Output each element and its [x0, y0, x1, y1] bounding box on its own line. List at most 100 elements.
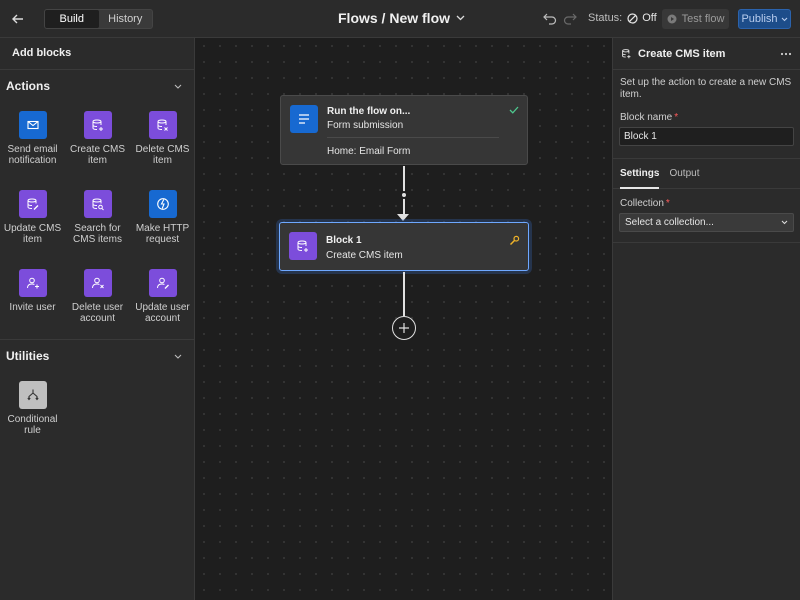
block-update-user[interactable]: Update user account	[130, 260, 195, 339]
status-value[interactable]: Off	[627, 12, 657, 24]
block-name-label-text: Block name	[620, 112, 673, 123]
block-conditional-rule[interactable]: Conditional rule	[0, 372, 65, 451]
section-utilities-header[interactable]: Utilities	[0, 340, 194, 372]
block-search-cms-items[interactable]: Search for CMS items	[65, 181, 130, 260]
divider	[613, 242, 800, 243]
block-send-email[interactable]: Send email notification	[0, 102, 65, 181]
section-actions-header[interactable]: Actions	[0, 70, 194, 102]
chevron-down-icon	[781, 17, 787, 21]
block-label: Delete user account	[71, 302, 124, 324]
database-search-icon	[83, 190, 112, 218]
block-update-cms-item[interactable]: Update CMS item	[0, 181, 65, 260]
block-node-1[interactable]: Block 1 Create CMS item	[279, 222, 529, 271]
flow-title-text: Flows / New flow	[338, 10, 451, 26]
chevron-down-icon	[174, 84, 182, 89]
publish-label: Publish	[741, 13, 778, 25]
back-button[interactable]	[8, 9, 28, 29]
user-edit-icon	[148, 269, 177, 297]
tab-build[interactable]: Build	[45, 10, 99, 28]
tab-settings[interactable]: Settings	[620, 159, 660, 189]
block-label: Search for CMS items	[73, 223, 122, 245]
wrench-icon	[509, 235, 520, 246]
block-label: Delete CMS item	[135, 144, 190, 166]
tab-history[interactable]: History	[99, 10, 153, 28]
flow-canvas[interactable]: Run the flow on... Form submission Home:…	[196, 38, 612, 600]
panel-tabs: Settings Output	[613, 158, 800, 189]
block-label: Make HTTP request	[135, 223, 190, 245]
panel-description: Set up the action to create a new CMS it…	[620, 77, 792, 100]
collection-select[interactable]: Select a collection...	[619, 213, 794, 232]
trigger-detail: Home: Email Form	[327, 146, 411, 157]
block-name-input[interactable]: Block 1	[619, 127, 794, 146]
database-plus-icon	[622, 49, 631, 59]
section-utilities-title: Utilities	[6, 349, 50, 363]
block-node-title: Block 1	[326, 235, 362, 246]
block-node-subtitle: Create CMS item	[326, 250, 403, 261]
node-divider	[327, 137, 499, 138]
user-x-icon	[83, 269, 112, 297]
arrow-left-icon	[12, 14, 23, 24]
block-invite-user[interactable]: Invite user	[0, 260, 65, 339]
block-label: Update user account	[135, 302, 190, 324]
actions-grid: Send email notification Create CMS item …	[0, 102, 194, 339]
block-delete-user[interactable]: Delete user account	[65, 260, 130, 339]
chevron-down-icon	[174, 354, 182, 359]
block-label: Update CMS item	[3, 223, 62, 245]
utilities-grid: Conditional rule	[0, 372, 194, 451]
test-flow-label: Test flow	[681, 13, 725, 25]
disabled-circle-icon	[627, 12, 638, 24]
required-asterisk: *	[665, 198, 670, 209]
branch-icon	[18, 381, 47, 409]
block-label: Conditional rule	[7, 414, 58, 436]
test-flow-button[interactable]: Test flow	[662, 9, 729, 29]
chevron-down-icon	[781, 220, 788, 225]
flow-title[interactable]: Flows / New flow	[338, 10, 465, 26]
collection-label: Collection *	[613, 198, 800, 209]
plus-icon	[399, 323, 409, 333]
status-indicator: Status: Off	[588, 12, 657, 24]
mail-icon	[18, 111, 47, 139]
collection-label-text: Collection	[620, 198, 664, 209]
trigger-node[interactable]: Run the flow on... Form submission Home:…	[280, 95, 528, 165]
add-block-button[interactable]	[392, 316, 416, 340]
block-label: Create CMS item	[69, 144, 125, 166]
play-circle-icon	[667, 14, 677, 24]
tab-output[interactable]: Output	[669, 159, 699, 188]
top-bar: Build History Flows / New flow Status: O…	[0, 0, 800, 38]
more-icon[interactable]	[780, 52, 792, 56]
chevron-down-icon	[456, 15, 465, 21]
build-history-toggle: Build History	[44, 9, 153, 29]
block-name-label: Block name *	[613, 112, 800, 123]
status-label: Status:	[588, 12, 623, 24]
panel-title: Create CMS item	[638, 47, 726, 60]
block-settings-panel: Create CMS item Set up the action to cre…	[612, 38, 800, 600]
connector-line	[403, 272, 405, 316]
database-edit-icon	[18, 190, 47, 218]
redo-icon[interactable]	[563, 11, 577, 25]
block-label: Invite user	[9, 302, 56, 313]
add-blocks-title: Add blocks	[0, 38, 194, 70]
publish-button[interactable]: Publish	[738, 9, 791, 29]
block-http-request[interactable]: Make HTTP request	[130, 181, 195, 260]
status-value-text: Off	[642, 12, 657, 24]
add-blocks-panel: Add blocks Actions Send email notificati…	[0, 38, 195, 600]
database-plus-icon	[289, 232, 317, 260]
section-actions-title: Actions	[6, 79, 51, 93]
user-plus-icon	[18, 269, 47, 297]
block-create-cms-item[interactable]: Create CMS item	[65, 102, 130, 181]
globe-icon	[148, 190, 177, 218]
connector-arrow	[397, 214, 409, 221]
panel-header: Create CMS item	[613, 38, 800, 70]
database-plus-icon	[83, 111, 112, 139]
check-icon	[509, 106, 519, 114]
block-delete-cms-item[interactable]: Delete CMS item	[130, 102, 195, 181]
trigger-subtitle: Form submission	[327, 120, 404, 131]
undo-icon[interactable]	[543, 11, 557, 25]
form-icon	[290, 105, 318, 133]
required-asterisk: *	[674, 112, 679, 123]
trigger-title: Run the flow on...	[327, 106, 411, 117]
connector-dot[interactable]	[400, 191, 408, 199]
block-label: Send email notification	[7, 144, 58, 166]
collection-select-value: Select a collection...	[625, 217, 714, 228]
database-x-icon	[148, 111, 177, 139]
